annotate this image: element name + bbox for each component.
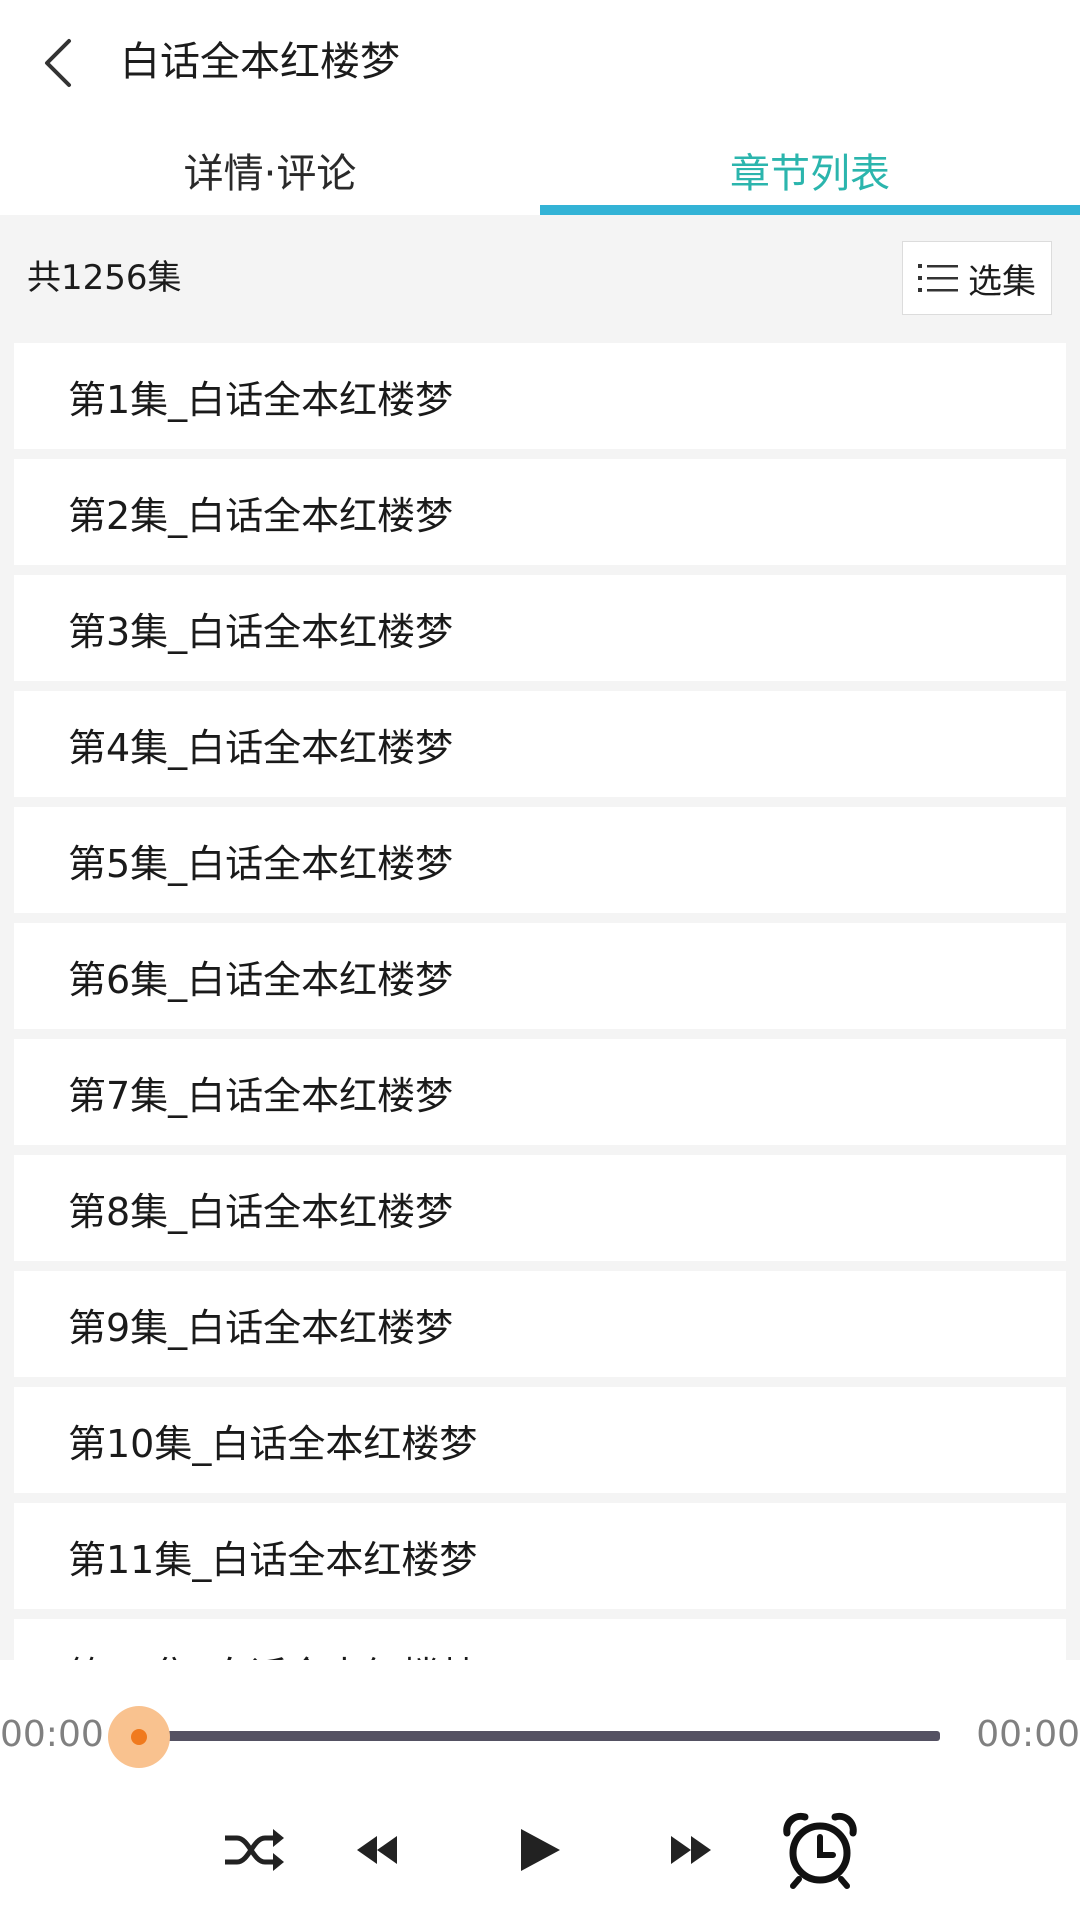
tab-bar: 详情·评论 章节列表 xyxy=(0,125,1080,215)
episode-item[interactable]: 第8集_白话全本红楼梦 xyxy=(14,1155,1066,1261)
tab-details-comments[interactable]: 详情·评论 xyxy=(0,125,540,215)
sleep-timer-button[interactable] xyxy=(778,1810,862,1890)
episode-count-bar: 共1256集 选集 xyxy=(0,215,1080,340)
episode-item[interactable]: 第1集_白话全本红楼梦 xyxy=(14,343,1066,449)
episode-item[interactable]: 第6集_白话全本红楼梦 xyxy=(14,923,1066,1029)
episode-item[interactable]: 第10集_白话全本红楼梦 xyxy=(14,1387,1066,1493)
episode-list: 第1集_白话全本红楼梦 第2集_白话全本红楼梦 第3集_白话全本红楼梦 第4集_… xyxy=(14,343,1066,1660)
rewind-button[interactable] xyxy=(352,1810,402,1890)
page-title: 白话全本红楼梦 xyxy=(120,39,400,85)
progress-track[interactable] xyxy=(140,1731,940,1741)
rewind-icon xyxy=(357,1836,397,1864)
episode-item[interactable]: 第12集_白话全本红楼梦 xyxy=(14,1619,1066,1660)
current-time: 00:00 xyxy=(0,1714,104,1755)
fast-forward-icon xyxy=(671,1836,711,1864)
chevron-left-icon xyxy=(45,39,71,87)
episode-item[interactable]: 第11集_白话全本红楼梦 xyxy=(14,1503,1066,1609)
shuffle-button[interactable] xyxy=(218,1810,290,1890)
play-button[interactable] xyxy=(512,1810,568,1890)
episode-item[interactable]: 第4集_白话全本红楼梦 xyxy=(14,691,1066,797)
episode-count: 共1256集 xyxy=(27,258,182,298)
total-time: 00:00 xyxy=(976,1714,1080,1755)
back-button[interactable] xyxy=(28,28,88,98)
tab-chapter-list[interactable]: 章节列表 xyxy=(540,125,1080,215)
episode-item[interactable]: 第5集_白话全本红楼梦 xyxy=(14,807,1066,913)
progress-thumb[interactable] xyxy=(108,1706,170,1768)
fast-forward-button[interactable] xyxy=(666,1810,716,1890)
active-tab-indicator xyxy=(540,205,1080,215)
chapter-list-panel: 共1256集 选集 第1集_白话全本红楼梦 第2集_白话全本红楼梦 第3集_白话… xyxy=(0,215,1080,1660)
episode-item[interactable]: 第7集_白话全本红楼梦 xyxy=(14,1039,1066,1145)
shuffle-icon xyxy=(225,1829,284,1871)
select-episodes-button[interactable]: 选集 xyxy=(902,241,1052,315)
episode-item[interactable]: 第9集_白话全本红楼梦 xyxy=(14,1271,1066,1377)
episode-item[interactable]: 第2集_白话全本红楼梦 xyxy=(14,459,1066,565)
app-header: 白话全本红楼梦 xyxy=(0,0,1080,125)
play-icon xyxy=(521,1829,560,1871)
alarm-clock-icon xyxy=(783,1812,857,1889)
list-icon xyxy=(918,264,958,292)
select-episodes-label: 选集 xyxy=(968,261,1036,302)
audio-player: 00:00 00:00 xyxy=(0,1660,1080,1920)
progress-thumb-dot xyxy=(131,1729,147,1745)
episode-item[interactable]: 第3集_白话全本红楼梦 xyxy=(14,575,1066,681)
